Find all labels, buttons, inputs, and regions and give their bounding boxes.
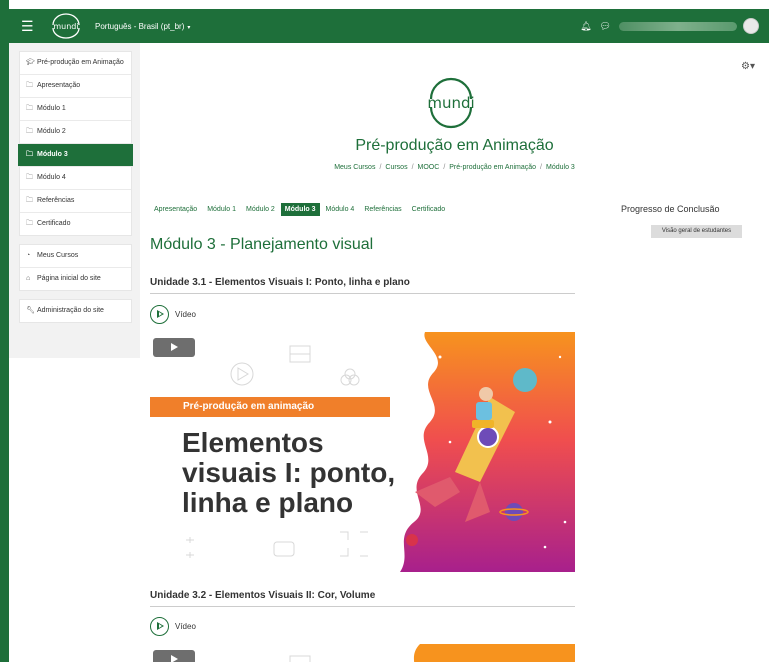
main-region: ⚙︎▾ mundi Pré-produção em Animação Meus … — [140, 43, 769, 662]
gear-icon[interactable]: ⚙︎▾ — [741, 61, 755, 72]
site-nav-group: ◔ Meus Cursos ⌂ Página inicial do site — [19, 244, 132, 291]
menu-toggle-icon[interactable]: ☰ — [21, 18, 41, 35]
video-label: Vídeo — [175, 310, 196, 319]
breadcrumb-item-cursos[interactable]: Cursos — [385, 164, 407, 171]
user-name-redacted[interactable] — [619, 21, 737, 31]
sidebar-item-administracao-do-site[interactable]: 🔧︎ Administração do site — [20, 300, 131, 322]
dashboard-icon: ◔ — [26, 252, 31, 259]
folder-icon: 🗀 — [26, 128, 33, 135]
tab-modulo-1[interactable]: Módulo 1 — [203, 203, 240, 216]
breadcrumb: Meus Cursos / Cursos / MOOC / Pré-produção em … — [140, 164, 769, 171]
page-title: Módulo 3 - Planejamento visual — [150, 236, 374, 253]
unit-heading-1: Unidade 3.1 - Elementos Visuais I: Ponto… — [150, 277, 575, 294]
students-overview-button[interactable]: Visão geral de estudantes — [651, 225, 742, 238]
nav-drawer: 🎓︎ Pré-produção em Animação 🗀 Apresentação 🗀… — [9, 43, 140, 358]
graduation-cap-icon: 🎓︎ — [26, 59, 35, 66]
language-menu[interactable]: Português - Brasil (pt_br) ▾ — [95, 22, 190, 31]
sidebar-item-label: Meus Cursos — [37, 252, 79, 259]
sidebar-item-label: Página inicial do site — [37, 275, 101, 282]
left-frame-stripe — [0, 0, 9, 662]
chat-icon[interactable]: 💬︎ — [600, 21, 611, 32]
breadcrumb-item-pre-producao-em-animacao[interactable]: Pré-produção em Animação — [449, 164, 536, 171]
sidebar-item-label: Administração do site — [37, 307, 104, 314]
breadcrumb-separator: / — [379, 164, 382, 171]
progress-title: Progresso de Conclusão — [621, 204, 720, 214]
sidebar-item-modulo-1[interactable]: 🗀 Módulo 1 — [20, 98, 131, 121]
course-logo-text: mundi — [427, 94, 474, 112]
sidebar-item-label: Referências — [37, 197, 75, 204]
sidebar-item-certificado[interactable]: 🗀 Certificado — [20, 213, 131, 235]
folder-icon: 🗀 — [26, 151, 33, 158]
language-label: Português - Brasil (pt_br) — [95, 21, 185, 31]
home-icon: ⌂ — [26, 275, 31, 282]
breadcrumb-item-meus-cursos[interactable]: Meus Cursos — [334, 164, 375, 171]
breadcrumb-item-mooc[interactable]: MOOC — [418, 164, 440, 171]
folder-icon: 🗀 — [26, 197, 33, 204]
user-area: 🔔︎ 💬︎ — [580, 9, 759, 43]
breadcrumb-separator: / — [411, 164, 414, 171]
banner-heading-line-1: Elementos — [182, 427, 324, 458]
sidebar-item-label: Apresentação — [37, 82, 81, 89]
sidebar-item-label: Módulo 1 — [37, 105, 66, 112]
banner-heading-line-2: visuais I: ponto, — [182, 457, 396, 488]
tab-certificado[interactable]: Certificado — [408, 203, 449, 216]
top-navbar: ☰ mundi Português - Brasil (pt_br) ▾ 🔔︎ 💬… — [9, 9, 769, 43]
sidebar-item-apresentacao[interactable]: 🗀 Apresentação — [20, 75, 131, 98]
play-button[interactable] — [153, 338, 195, 357]
video-thumbnail[interactable]: Pré-produção em animação Elementos visua… — [150, 332, 575, 572]
folder-icon: 🗀 — [26, 105, 33, 112]
video-thumbnail-2[interactable] — [150, 644, 575, 662]
sidebar-item-label: Módulo 4 — [37, 174, 66, 181]
sidebar-item-referencias[interactable]: 🗀 Referências — [20, 190, 131, 213]
bell-icon[interactable]: 🔔︎ — [580, 21, 591, 32]
video-link-1[interactable]: Vídeo — [150, 305, 196, 324]
course-title: Pré-produção em Animação — [355, 137, 554, 154]
play-circle-icon — [150, 617, 169, 636]
sidebar-item-label: Pré-produção em Animação — [37, 59, 124, 66]
avatar[interactable] — [743, 18, 759, 34]
admin-nav-group: 🔧︎ Administração do site — [19, 299, 132, 323]
wrench-icon: 🔧︎ — [26, 307, 35, 314]
video-link-2[interactable]: Vídeo — [150, 617, 196, 636]
section-tabs: Apresentação Módulo 1 Módulo 2 Módulo 3 Módu… — [150, 203, 451, 216]
navbar-logo-text: mundi — [53, 22, 78, 31]
unit-heading-2: Unidade 3.2 - Elementos Visuais II: Cor,… — [150, 590, 575, 607]
banner-heading-line-3: linha e plano — [182, 487, 354, 518]
tab-referencias[interactable]: Referências — [360, 203, 405, 216]
sidebar-item-modulo-2[interactable]: 🗀 Módulo 2 — [20, 121, 131, 144]
play-button[interactable] — [153, 650, 195, 662]
sidebar-item-label: Módulo 2 — [37, 128, 66, 135]
banner-ribbon: Pré-produção em animação — [150, 397, 390, 417]
sidebar-item-label: Certificado — [37, 220, 71, 227]
course-logo: mundi — [426, 74, 476, 132]
folder-icon: 🗀 — [26, 174, 33, 181]
video-label: Vídeo — [175, 622, 196, 631]
sidebar-item-label: Módulo 3 — [37, 151, 68, 158]
play-circle-icon — [150, 305, 169, 324]
folder-icon: 🗀 — [26, 82, 33, 89]
breadcrumb-item-modulo-3[interactable]: Módulo 3 — [546, 164, 575, 171]
sidebar-item-pre-producao-em-animacao[interactable]: 🎓︎ Pré-produção em Animação — [20, 52, 131, 75]
breadcrumb-separator: / — [540, 164, 542, 171]
banner-illustration-2 — [289, 644, 575, 662]
sidebar-item-meus-cursos[interactable]: ◔ Meus Cursos — [20, 245, 131, 268]
course-nav-group: 🎓︎ Pré-produção em Animação 🗀 Apresentação 🗀… — [18, 51, 133, 236]
tab-modulo-2[interactable]: Módulo 2 — [242, 203, 279, 216]
tab-apresentacao[interactable]: Apresentação — [150, 203, 201, 216]
tab-modulo-3[interactable]: Módulo 3 — [280, 203, 320, 216]
navbar-logo[interactable]: mundi — [49, 13, 83, 39]
caret-down-icon: ▾ — [187, 24, 191, 31]
tab-modulo-4[interactable]: Módulo 4 — [322, 203, 359, 216]
banner-heading: Elementos visuais I: ponto, linha e plan… — [182, 428, 395, 518]
breadcrumb-separator: / — [443, 164, 446, 171]
folder-icon: 🗀 — [26, 220, 33, 227]
sidebar-item-pagina-inicial-do-site[interactable]: ⌂ Página inicial do site — [20, 268, 131, 290]
page: ☰ mundi Português - Brasil (pt_br) ▾ 🔔︎ 💬… — [0, 0, 769, 662]
sidebar-item-modulo-4[interactable]: 🗀 Módulo 4 — [20, 167, 131, 190]
sidebar-item-modulo-3[interactable]: 🗀 Módulo 3 — [18, 144, 133, 167]
